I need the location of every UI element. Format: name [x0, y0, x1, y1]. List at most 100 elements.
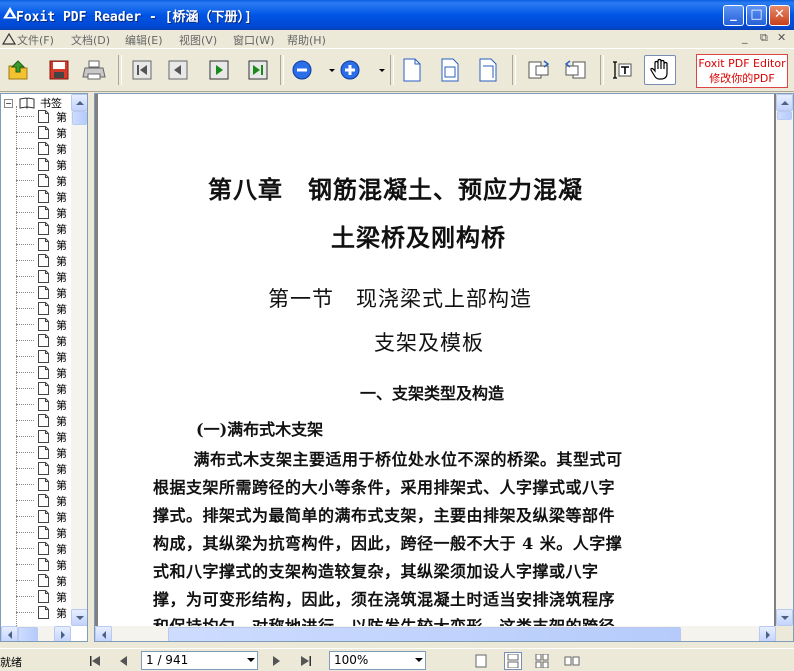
actual-size-button[interactable]	[474, 55, 502, 85]
bookmark-item[interactable]: 第	[16, 588, 72, 604]
bookmark-item[interactable]: 第	[16, 556, 72, 572]
bookmark-item[interactable]: 第	[16, 268, 72, 284]
document-view[interactable]: 第八章 钢筋混凝土、预应力混凝 土梁桥及刚构桥 第一节 现浇梁式上部构造 支架及…	[94, 93, 794, 642]
chevron-down-icon[interactable]	[247, 658, 255, 662]
bookmark-item[interactable]: 第	[16, 108, 72, 124]
maximize-button[interactable]: □	[746, 5, 767, 26]
bookmark-item[interactable]: 第	[16, 316, 72, 332]
zoom-out-button[interactable]	[288, 55, 316, 85]
fit-page-button[interactable]	[398, 55, 426, 85]
bookmark-item[interactable]: 第	[16, 428, 72, 444]
status-first-page-button[interactable]	[87, 653, 103, 669]
menu-help[interactable]: 帮助(H)	[287, 32, 326, 48]
menu-window[interactable]: 窗口(W)	[233, 32, 274, 48]
document-vertical-scrollbar[interactable]	[776, 94, 793, 626]
bookmark-item[interactable]: 第	[16, 156, 72, 172]
facing-continuous-view-button[interactable]	[533, 652, 551, 670]
document-scroll-down-button[interactable]	[776, 609, 793, 626]
bookmark-scroll-right-button[interactable]	[54, 626, 71, 641]
prev-page-button[interactable]	[164, 55, 192, 85]
bookmark-item[interactable]: 第	[16, 460, 72, 476]
bookmark-item[interactable]: 第	[16, 300, 72, 316]
menu-file[interactable]: 文件(F)	[17, 32, 54, 48]
single-page-view-button[interactable]	[472, 652, 490, 670]
page-icon	[38, 302, 49, 315]
bookmark-item[interactable]: 第	[16, 236, 72, 252]
bookmark-item[interactable]: 第	[16, 364, 72, 380]
print-button[interactable]	[80, 55, 108, 85]
bookmark-item[interactable]: 第	[16, 140, 72, 156]
page-number-input[interactable]: 1 / 941	[141, 651, 258, 670]
first-page-button[interactable]	[128, 55, 156, 85]
mdi-minimize-button[interactable]: _	[742, 31, 748, 44]
minimize-button[interactable]: _	[723, 5, 744, 26]
status-prev-page-button[interactable]	[116, 653, 132, 669]
foxit-editor-promo[interactable]: Foxit PDF Editor 修改你的PDF	[696, 54, 788, 88]
bookmark-item[interactable]: 第	[16, 572, 72, 588]
zoom-out-dropdown-icon[interactable]	[329, 69, 335, 72]
bookmark-scroll-down-button[interactable]	[71, 609, 87, 626]
text-select-button[interactable]	[608, 55, 636, 85]
zoom-in-button[interactable]	[336, 55, 364, 85]
fit-width-button[interactable]	[436, 55, 464, 85]
bookmark-item[interactable]: 第	[16, 604, 72, 620]
rotate-left-button[interactable]	[524, 55, 552, 85]
collapse-toggle-icon[interactable]: −	[4, 98, 13, 108]
document-scroll-right-button[interactable]	[759, 626, 776, 641]
hand-tool-button[interactable]	[644, 55, 676, 85]
bookmark-item[interactable]: 第	[16, 204, 72, 220]
bookmark-item[interactable]: 第	[16, 332, 72, 348]
bookmark-vertical-scrollbar[interactable]	[71, 94, 87, 626]
bookmark-root[interactable]: − 书签	[4, 95, 62, 110]
bookmark-hscroll-thumb[interactable]	[18, 627, 38, 641]
print-icon	[82, 60, 106, 80]
open-button[interactable]	[4, 55, 32, 85]
menu-edit[interactable]: 编辑(E)	[125, 32, 163, 48]
bookmark-scroll-thumb[interactable]	[72, 111, 87, 125]
bookmark-item[interactable]: 第	[16, 444, 72, 460]
document-scroll-left-button[interactable]	[95, 626, 112, 641]
document-menu-icon[interactable]	[2, 32, 16, 46]
section-title-line2: 支架及模板	[374, 331, 484, 355]
continuous-view-button[interactable]	[504, 652, 522, 670]
zoom-in-dropdown-icon[interactable]	[379, 69, 385, 72]
status-last-page-button[interactable]	[298, 653, 314, 669]
mdi-restore-button[interactable]: ⧉	[760, 31, 768, 45]
mdi-close-button[interactable]: ✕	[777, 31, 786, 44]
facing-view-button[interactable]	[563, 652, 581, 670]
bookmark-item[interactable]: 第	[16, 412, 72, 428]
last-page-button[interactable]	[244, 55, 272, 85]
promo-line2: 修改你的PDF	[709, 72, 775, 85]
bookmark-item[interactable]: 第	[16, 524, 72, 540]
document-scroll-thumb[interactable]	[777, 111, 792, 120]
menu-document[interactable]: 文档(D)	[71, 32, 110, 48]
bookmark-item[interactable]: 第	[16, 284, 72, 300]
bookmark-item[interactable]: 第	[16, 172, 72, 188]
next-page-button[interactable]	[205, 55, 233, 85]
bookmark-item[interactable]: 第	[16, 540, 72, 556]
bookmark-horizontal-scrollbar[interactable]	[1, 626, 71, 641]
rotate-right-button[interactable]	[562, 55, 590, 85]
bookmark-item[interactable]: 第	[16, 508, 72, 524]
document-scroll-up-button[interactable]	[776, 94, 793, 111]
bookmark-item[interactable]: 第	[16, 492, 72, 508]
bookmark-item[interactable]: 第	[16, 476, 72, 492]
zoom-level-select[interactable]: 100%	[329, 651, 426, 670]
status-next-page-button[interactable]	[268, 653, 284, 669]
bookmark-item[interactable]: 第	[16, 396, 72, 412]
bookmark-item[interactable]: 第	[16, 188, 72, 204]
save-button[interactable]	[45, 55, 73, 85]
bookmark-item[interactable]: 第	[16, 220, 72, 236]
bookmark-item[interactable]: 第	[16, 124, 72, 140]
bookmark-scroll-left-button[interactable]	[1, 626, 18, 641]
close-button[interactable]: ✕	[769, 5, 790, 26]
bookmark-item[interactable]: 第	[16, 252, 72, 268]
bookmark-scroll-up-button[interactable]	[71, 94, 87, 111]
toolbar-separator	[390, 55, 394, 85]
menu-view[interactable]: 视图(V)	[179, 32, 217, 48]
chevron-down-icon[interactable]	[415, 658, 423, 662]
document-hscroll-thumb[interactable]	[168, 627, 681, 641]
document-horizontal-scrollbar[interactable]	[95, 626, 776, 641]
bookmark-item[interactable]: 第	[16, 380, 72, 396]
bookmark-item[interactable]: 第	[16, 348, 72, 364]
